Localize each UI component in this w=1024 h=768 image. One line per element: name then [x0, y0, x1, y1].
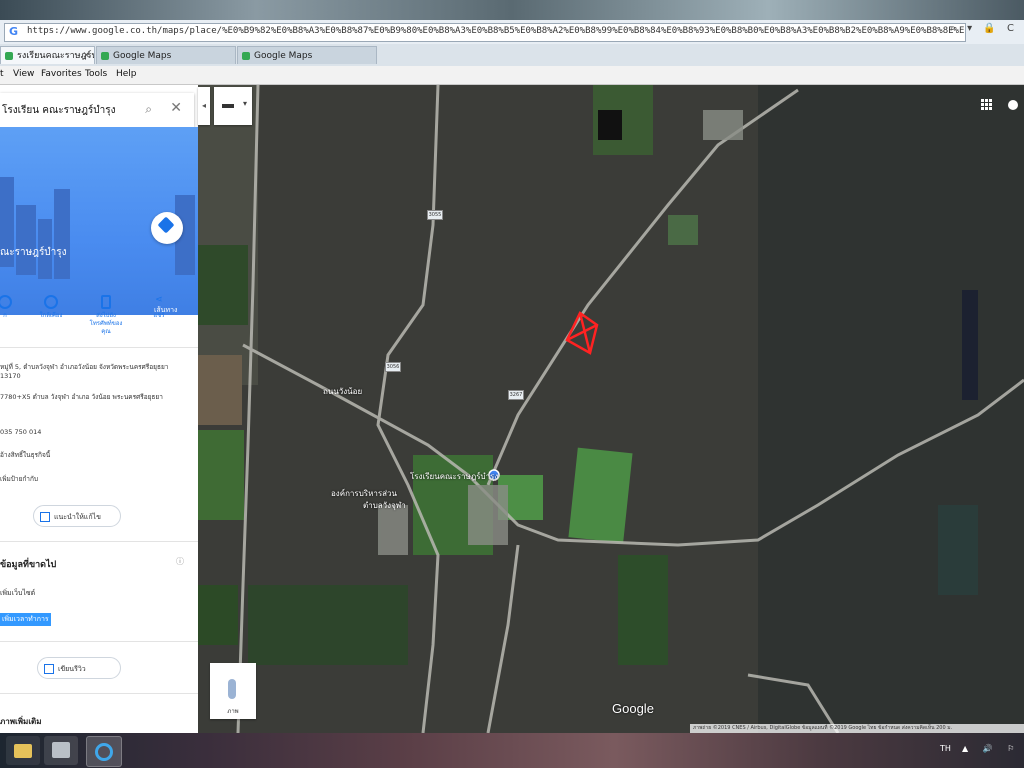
url-text: https://www.google.co.th/maps/place/%E0%… — [27, 26, 966, 36]
building-graphic — [16, 205, 36, 275]
send-to-phone-button[interactable]: ส่งไปยังโทรศัพท์ของคุณ — [88, 295, 124, 336]
map-label-subdistrict[interactable]: ตำบลวังจุฬา — [363, 499, 406, 512]
menu-bar: t View Favorites Tools Help — [0, 66, 1024, 85]
maps-favicon-icon — [5, 52, 13, 60]
nearby-icon — [44, 295, 58, 309]
building-graphic — [54, 189, 70, 279]
satellite-map[interactable]: โรงเรียนคณะราษฎร์บำรุง องค์การบริหารส่วน… — [198, 85, 1024, 733]
save-button[interactable]: ก — [0, 295, 22, 320]
share-icon: ⋖ — [155, 295, 163, 305]
ie-icon — [95, 743, 113, 761]
add-website-link[interactable]: เพิ่มเว็บไซต์ — [0, 588, 35, 599]
tab-label: Google Maps — [254, 51, 313, 61]
place-name: ณะราษฎร์บำรุง — [0, 247, 67, 258]
edit-icon — [40, 512, 50, 522]
close-tab-icon[interactable]: ✕ — [82, 47, 90, 64]
photos-heading: ภาพเพิ่มเติม — [0, 717, 42, 726]
pegman-icon — [228, 679, 236, 699]
layer-toggle-button[interactable]: ▾ — [214, 87, 252, 125]
menu-view[interactable]: View — [13, 69, 34, 79]
bookmark-icon — [0, 295, 12, 309]
action-label: ใกล้เคียง — [39, 312, 63, 319]
action-label: แชร์ — [153, 312, 165, 319]
place-panel: โรงเรียน คณะราษฎร์บำรุง ⌕ ✕ ณะราษฎร์บำรุ… — [0, 85, 198, 733]
map-label-school[interactable]: โรงเรียนคณะราษฎร์บำรุง — [410, 470, 498, 483]
google-favicon-icon: G — [9, 25, 19, 38]
divider — [0, 693, 198, 694]
maps-favicon-icon — [242, 52, 250, 60]
street-view-label: ภาพ — [227, 708, 239, 715]
taskbar-app-button[interactable] — [44, 736, 78, 765]
route-shield: 3055 — [427, 210, 443, 220]
menu-edit[interactable]: t — [0, 69, 4, 79]
taskbar — [0, 733, 1024, 768]
tab-place[interactable]: รงเรียนคณะราษฎร์บำรุง... - Google... ✕ — [0, 46, 95, 64]
url-field[interactable]: G https://www.google.co.th/maps/place/%E… — [4, 23, 966, 42]
maps-favicon-icon — [101, 52, 109, 60]
collapse-panel-button[interactable]: ◂ — [198, 87, 210, 125]
help-icon[interactable]: ⓘ — [176, 556, 184, 567]
directions-icon — [157, 216, 175, 234]
claim-business-link[interactable]: อ้างสิทธิ์ในธุรกิจนี้ — [0, 451, 190, 460]
language-indicator[interactable]: TH — [940, 744, 951, 753]
divider — [0, 541, 198, 542]
search-input[interactable]: โรงเรียน คณะราษฎร์บำรุง — [2, 103, 116, 118]
menu-help[interactable]: Help — [116, 69, 137, 79]
map-attribution[interactable]: ภาพถ่าย ©2019 CNES / Airbus, DigitalGlob… — [690, 724, 1024, 733]
apps-icon[interactable] — [981, 99, 993, 111]
add-label-link[interactable]: เพิ่มป้ายกำกับ — [0, 475, 190, 484]
add-hours-link[interactable]: เพิ่มเวลาทำการ — [0, 613, 51, 626]
file-explorer-button[interactable] — [6, 736, 40, 765]
satellite-imagery — [198, 85, 1024, 733]
nearby-button[interactable]: ใกล้เคียง — [34, 295, 68, 320]
google-logo: Google — [612, 701, 654, 716]
chevron-down-icon: ▾ — [242, 99, 247, 108]
app-icon — [52, 742, 70, 758]
tab-google-maps-1[interactable]: Google Maps — [96, 46, 236, 64]
system-tray[interactable]: ▲ 🔊 ⚐ — [962, 744, 1020, 753]
directions-button[interactable] — [151, 212, 183, 244]
action-row: ก ใกล้เคียง ส่งไปยังโทรศัพท์ของคุณ ⋖ แชร… — [0, 295, 198, 345]
desktop-background-band — [0, 0, 1024, 20]
internet-explorer-button[interactable] — [86, 736, 122, 767]
close-icon[interactable]: ✕ — [170, 100, 182, 116]
suggest-edit-label: แนะนำให้แก้ไข — [54, 513, 101, 521]
tab-google-maps-2[interactable]: Google Maps — [237, 46, 377, 64]
tab-strip: รงเรียนคณะราษฎร์บำรุง... - Google... ✕ G… — [0, 44, 1024, 66]
phone-icon — [101, 295, 111, 309]
write-review-button[interactable]: เขียนรีวิว — [37, 657, 121, 679]
folder-icon — [14, 744, 32, 758]
write-review-label: เขียนรีวิว — [58, 665, 86, 673]
plus-code-text[interactable]: 7780+X5 ตำบล วังจุฬา อำเภอ วังน้อย พระนค… — [0, 393, 190, 402]
phone-text[interactable]: 035 750 014 — [0, 428, 190, 437]
search-box[interactable]: โรงเรียน คณะราษฎร์บำรุง ⌕ ✕ — [0, 93, 194, 127]
address-controls[interactable]: ⌕ ▾ 🔒 C — [950, 23, 1018, 34]
action-label: ก — [3, 312, 7, 319]
divider — [0, 641, 198, 642]
suggest-edit-button[interactable]: แนะนำให้แก้ไข — [33, 505, 121, 527]
address-bar: G https://www.google.co.th/maps/place/%E… — [0, 20, 1024, 45]
route-shield: 3056 — [385, 362, 401, 372]
layers-icon — [222, 104, 234, 108]
tab-label: Google Maps — [113, 51, 172, 61]
street-view-button[interactable]: ภาพ — [210, 663, 256, 719]
action-label: ส่งไปยังโทรศัพท์ของคุณ — [89, 312, 123, 335]
section-title: ข้อมูลที่ขาดไป — [0, 560, 57, 570]
divider — [0, 347, 198, 348]
address-text[interactable]: หมู่ที่ 5, ตำบลวังจุฬา อำเภอวังน้อย จังห… — [0, 363, 190, 381]
map-label-road: ถนนวังน้อย — [323, 387, 363, 396]
menu-favorites[interactable]: Favorites — [41, 69, 82, 79]
review-icon — [44, 664, 54, 674]
account-icon[interactable] — [1008, 100, 1018, 110]
share-button[interactable]: ⋖ แชร์ — [142, 295, 176, 320]
route-shield: 3267 — [508, 390, 524, 400]
menu-tools[interactable]: Tools — [85, 69, 107, 79]
search-icon[interactable]: ⌕ — [145, 102, 152, 117]
